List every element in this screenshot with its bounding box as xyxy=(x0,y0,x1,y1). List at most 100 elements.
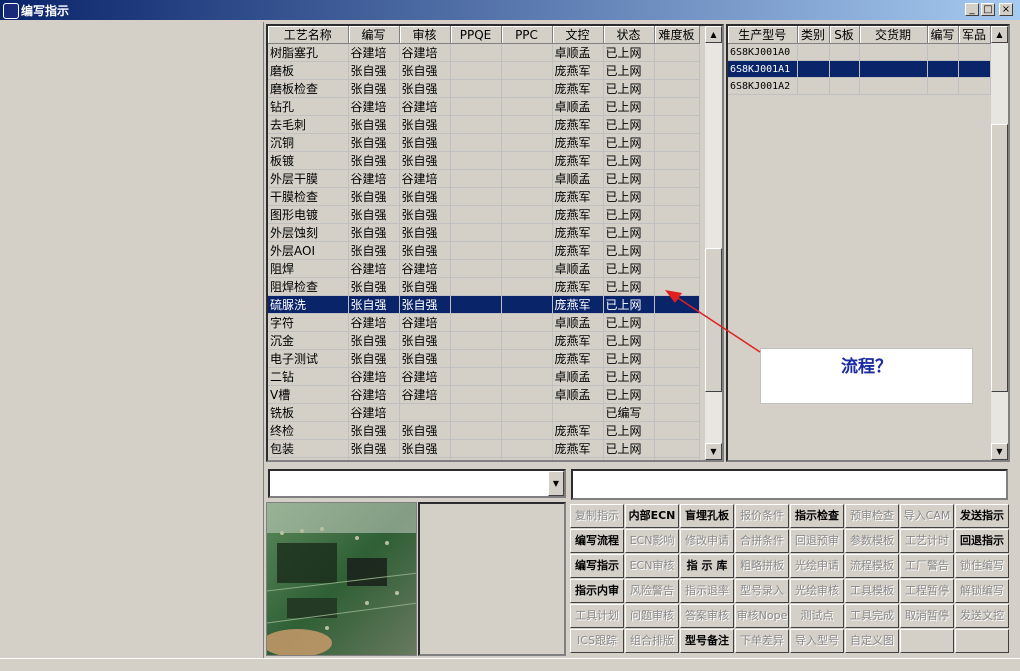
action-button[interactable]: 工具计划 xyxy=(570,604,624,628)
action-button[interactable]: 粗略拼板 xyxy=(735,554,789,578)
table-cell[interactable]: 谷建培 xyxy=(399,169,451,188)
column-header[interactable]: 工艺名称 xyxy=(268,26,349,44)
table-cell[interactable]: 庞燕军 xyxy=(552,79,604,98)
table-cell[interactable]: 磨板 xyxy=(268,61,349,80)
table-cell[interactable] xyxy=(450,43,502,62)
column-header[interactable]: 类别 xyxy=(797,26,830,44)
table-row[interactable]: 6S8KJ001A1 xyxy=(728,60,991,78)
table-cell[interactable] xyxy=(450,79,502,98)
table-cell[interactable] xyxy=(450,151,502,170)
table-cell[interactable] xyxy=(654,115,700,134)
table-row[interactable]: 成品仓张自强张自强庞燕军已上网 xyxy=(268,457,700,460)
table-cell[interactable]: 庞燕军 xyxy=(552,205,604,224)
table-cell[interactable] xyxy=(654,421,700,440)
column-header[interactable]: 编写 xyxy=(927,26,959,44)
action-button[interactable]: 工具完成 xyxy=(845,604,899,628)
table-cell[interactable] xyxy=(654,133,700,152)
action-button[interactable]: 回退预审 xyxy=(790,529,844,553)
action-button[interactable]: 工艺计时 xyxy=(900,529,954,553)
column-header[interactable]: PPQE xyxy=(450,26,502,44)
table-cell[interactable]: 沉铜 xyxy=(268,133,349,152)
table-cell[interactable] xyxy=(501,205,553,224)
table-cell[interactable] xyxy=(829,43,860,61)
table-cell[interactable] xyxy=(450,295,502,314)
action-button[interactable]: 指示检查 xyxy=(790,504,844,528)
table-cell[interactable] xyxy=(501,331,553,350)
table-cell[interactable] xyxy=(450,115,502,134)
table-cell[interactable] xyxy=(654,205,700,224)
table-cell[interactable]: 6S8KJ001A2 xyxy=(728,77,798,95)
table-cell[interactable] xyxy=(654,403,700,422)
table-cell[interactable] xyxy=(859,60,928,78)
table-cell[interactable]: 已上网 xyxy=(603,79,655,98)
action-button[interactable]: 型号备注 xyxy=(680,629,734,653)
table-row[interactable]: 终检 张自强 张自强 庞燕军 已上网 xyxy=(268,421,700,440)
table-cell[interactable]: 庞燕军 xyxy=(552,439,604,458)
table-cell[interactable]: 张自强 xyxy=(399,241,451,260)
action-button[interactable]: 指示退率 xyxy=(680,579,734,603)
table-cell[interactable]: 张自强 xyxy=(348,277,400,296)
table-cell[interactable] xyxy=(654,187,700,206)
action-button[interactable]: 编写流程 xyxy=(570,529,624,553)
table-cell[interactable] xyxy=(450,97,502,116)
table-cell[interactable]: 张自强 xyxy=(399,115,451,134)
column-header[interactable]: 文控 xyxy=(552,26,604,44)
table-cell[interactable] xyxy=(927,43,959,61)
close-button[interactable]: × xyxy=(999,3,1013,16)
table-cell[interactable] xyxy=(797,60,830,78)
table-cell[interactable] xyxy=(654,223,700,242)
table-cell[interactable]: 庞燕军 xyxy=(552,241,604,260)
table-cell[interactable]: 张自强 xyxy=(348,241,400,260)
table-cell[interactable]: 庞燕军 xyxy=(552,61,604,80)
table-cell[interactable] xyxy=(501,421,553,440)
table-cell[interactable]: 已上网 xyxy=(603,97,655,116)
action-button[interactable]: 发送文控 xyxy=(955,604,1009,628)
table-cell[interactable] xyxy=(450,205,502,224)
table-cell[interactable]: 已上网 xyxy=(603,169,655,188)
action-button[interactable] xyxy=(900,629,954,653)
table-cell[interactable]: 成品仓 xyxy=(268,457,349,460)
table-cell[interactable]: 谷建培 xyxy=(348,385,400,404)
table-cell[interactable] xyxy=(450,169,502,188)
table-cell[interactable]: 张自强 xyxy=(399,79,451,98)
model-scrollbar[interactable]: ▲ ▼ xyxy=(991,26,1008,460)
table-row[interactable]: 硫脲洗 张自强 张自强 庞燕军 已上网 xyxy=(268,295,700,314)
table-row[interactable]: 二钻 谷建培 谷建培 卓顺孟 已上网 xyxy=(268,367,700,386)
table-cell[interactable] xyxy=(450,349,502,368)
column-header[interactable]: 军品 xyxy=(958,26,991,44)
table-cell[interactable] xyxy=(450,187,502,206)
table-cell[interactable]: 张自强 xyxy=(399,457,451,460)
table-cell[interactable]: 铣板 xyxy=(268,403,349,422)
table-cell[interactable]: 已上网 xyxy=(603,421,655,440)
table-cell[interactable] xyxy=(654,295,700,314)
table-cell[interactable]: 谷建培 xyxy=(399,43,451,62)
table-cell[interactable] xyxy=(654,457,700,460)
table-cell[interactable]: 磨板检查 xyxy=(268,79,349,98)
table-row[interactable]: 板镀 张自强 张自强 庞燕军 已上网 xyxy=(268,151,700,170)
table-cell[interactable]: 张自强 xyxy=(399,295,451,314)
table-cell[interactable]: 已上网 xyxy=(603,133,655,152)
table-cell[interactable] xyxy=(927,77,959,95)
action-button[interactable]: 光绘申请 xyxy=(790,554,844,578)
table-cell[interactable] xyxy=(829,77,860,95)
table-cell[interactable]: 张自强 xyxy=(399,133,451,152)
table-cell[interactable]: 二钻 xyxy=(268,367,349,386)
table-cell[interactable]: 张自强 xyxy=(348,151,400,170)
table-cell[interactable]: 已上网 xyxy=(603,241,655,260)
table-cell[interactable]: V槽 xyxy=(268,385,349,404)
table-cell[interactable] xyxy=(450,61,502,80)
action-button[interactable]: 导入型号 xyxy=(790,629,844,653)
action-button[interactable]: 报价条件 xyxy=(735,504,789,528)
table-cell[interactable]: 谷建培 xyxy=(399,259,451,278)
table-cell[interactable] xyxy=(450,313,502,332)
table-cell[interactable] xyxy=(501,61,553,80)
action-button[interactable]: 工具模板 xyxy=(845,579,899,603)
table-cell[interactable] xyxy=(501,79,553,98)
table-row[interactable]: 6S8KJ001A2 xyxy=(728,77,991,95)
action-button[interactable]: 工程暂停 xyxy=(900,579,954,603)
table-cell[interactable]: 张自强 xyxy=(348,295,400,314)
table-cell[interactable] xyxy=(501,115,553,134)
table-cell[interactable]: 图形电镀 xyxy=(268,205,349,224)
action-button[interactable]: ICS跟踪 xyxy=(570,629,624,653)
column-header[interactable]: S板 xyxy=(829,26,860,44)
